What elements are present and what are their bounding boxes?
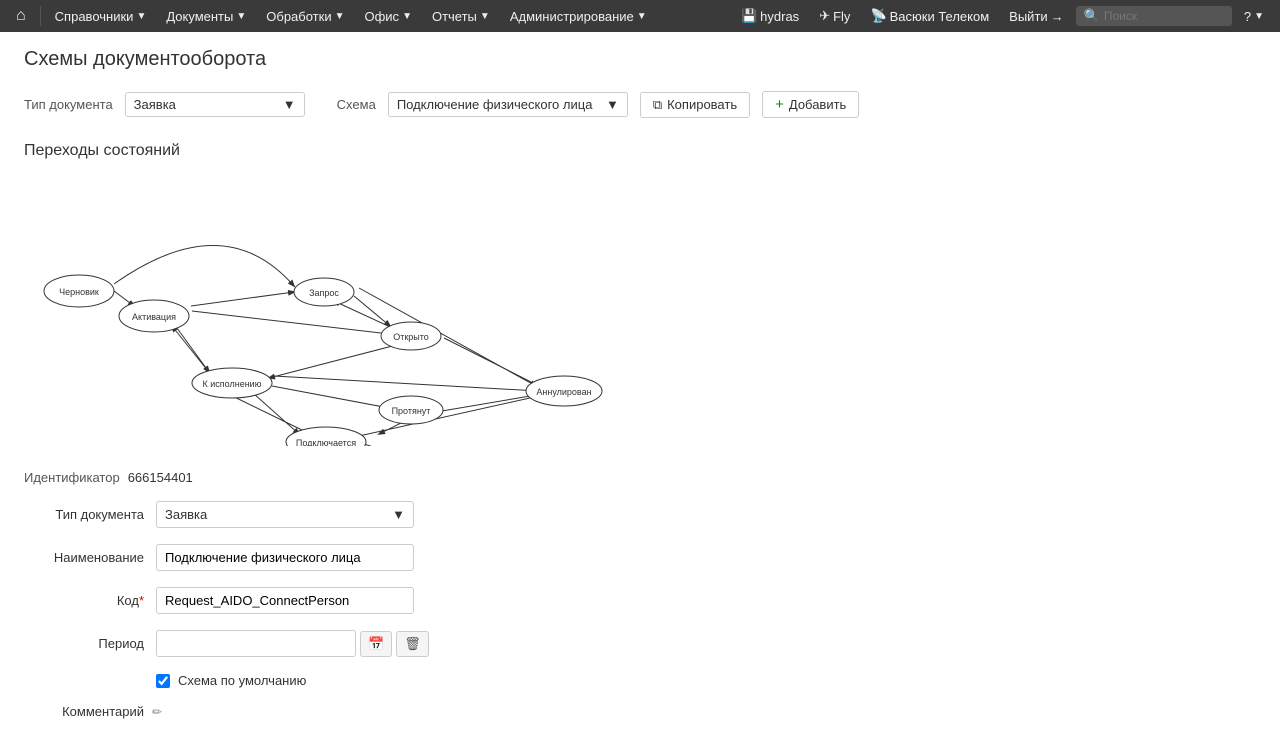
form-name-label: Наименование [24,550,144,565]
edit-comment-icon[interactable]: ✏ [152,705,162,719]
identifier-row: Идентификатор 666154401 [24,470,1256,485]
nav-spravochniki[interactable]: Справочники ▼ [47,0,155,32]
identifier-label: Идентификатор [24,470,120,485]
page-content: Схемы документооборота Тип документа Зая… [0,32,1280,751]
help-button[interactable]: ? ▼ [1236,9,1272,24]
form-row-default-schema: Схема по умолчанию [156,673,1256,688]
svg-text:К исполнению: К исполнению [203,379,262,389]
svg-text:Подключается: Подключается [296,438,356,446]
chevron-down-icon: ▼ [637,11,647,22]
add-button[interactable]: + Добавить [762,91,859,118]
svg-text:Запрос: Запрос [309,288,339,298]
form-comment-label: Комментарий [24,704,144,719]
form-section: Идентификатор 666154401 Тип документа За… [24,470,1256,719]
form-name-input[interactable] [156,544,414,571]
toolbar: Тип документа Заявка ▼ Схема Подключение… [24,91,1256,118]
chevron-down-icon: ▼ [480,11,490,22]
broadcast-icon: 📡 [870,8,886,24]
nav-dokumenty[interactable]: Документы ▼ [158,0,254,32]
calendar-button[interactable]: 📅 [360,631,392,657]
form-code-label: Код* [24,593,144,608]
clear-period-button[interactable]: 🗑 [396,631,429,657]
form-row-period: Период 📅 🗑 [24,630,1256,657]
nav-vasyuki[interactable]: 📡 Васюки Телеком [862,8,997,24]
search-box[interactable]: 🔍 [1076,6,1232,26]
server-icon: 💾 [741,8,757,24]
chevron-down-icon: ▼ [606,97,619,112]
nav-ofis[interactable]: Офис ▼ [356,0,419,32]
period-input-group: 📅 🗑 [156,630,429,657]
nav-administrirovanie[interactable]: Администрирование ▼ [502,0,655,32]
help-icon: ? [1244,9,1251,24]
chevron-down-icon: ▼ [335,11,345,22]
chevron-down-icon: ▼ [392,507,405,522]
chevron-down-icon: ▼ [402,11,412,22]
default-schema-checkbox[interactable] [156,674,170,688]
doc-type-label: Тип документа [24,97,113,112]
search-icon: 🔍 [1084,8,1100,24]
nav-obrabotki[interactable]: Обработки ▼ [258,0,352,32]
form-code-input[interactable] [156,587,414,614]
form-doc-type-label: Тип документа [24,507,144,522]
plus-icon: + [775,96,784,113]
required-star: * [139,593,144,608]
chevron-down-icon: ▼ [1254,11,1264,22]
doc-type-select[interactable]: Заявка ▼ [125,92,305,117]
form-row-name: Наименование [24,544,1256,571]
schema-label: Схема [337,97,376,112]
chevron-down-icon: ▼ [136,11,146,22]
chevron-down-icon: ▼ [236,11,246,22]
calendar-icon: 📅 [368,636,384,651]
trash-icon: 🗑 [404,636,421,651]
copy-icon: ⧉ [653,97,662,113]
svg-text:Активация: Активация [132,312,176,322]
logout-icon: → [1051,9,1064,24]
nav-logout[interactable]: Выйти → [1001,9,1072,24]
svg-text:Протянут: Протянут [392,406,431,416]
identifier-value: 666154401 [128,470,193,485]
search-input[interactable] [1104,9,1224,23]
nav-hydras[interactable]: 💾 hydras [733,8,807,24]
nav-otchety[interactable]: Отчеты ▼ [424,0,498,32]
form-doc-type-select[interactable]: Заявка ▼ [156,501,414,528]
graph-svg: Черновик Активация Запрос Открыто К испо… [24,176,644,446]
transitions-title: Переходы состояний [24,142,1256,160]
nav-right-section: 💾 hydras ✈ Fly 📡 Васюки Телеком Выйти → … [733,6,1272,26]
nav-separator [40,6,41,26]
form-row-doc-type: Тип документа Заявка ▼ [24,501,1256,528]
svg-text:Аннулирован: Аннулирован [536,387,591,397]
top-navigation: ⌂ Справочники ▼ Документы ▼ Обработки ▼ … [0,0,1280,32]
form-period-label: Период [24,636,144,651]
state-graph: Черновик Активация Запрос Открыто К испо… [24,176,644,446]
svg-text:Черновик: Черновик [59,287,99,297]
schema-select[interactable]: Подключение физического лица ▼ [388,92,628,117]
plane-icon: ✈ [819,8,830,24]
form-row-comment: Комментарий ✏ [24,704,1256,719]
form-row-code: Код* [24,587,1256,614]
default-schema-label: Схема по умолчанию [178,673,306,688]
chevron-down-icon: ▼ [283,97,296,112]
page-title: Схемы документооборота [24,48,1256,71]
form-period-input[interactable] [156,630,356,657]
svg-text:Открыто: Открыто [393,332,429,342]
nav-fly[interactable]: ✈ Fly [811,8,858,24]
home-button[interactable]: ⌂ [8,0,34,32]
copy-button[interactable]: ⧉ Копировать [640,92,750,118]
